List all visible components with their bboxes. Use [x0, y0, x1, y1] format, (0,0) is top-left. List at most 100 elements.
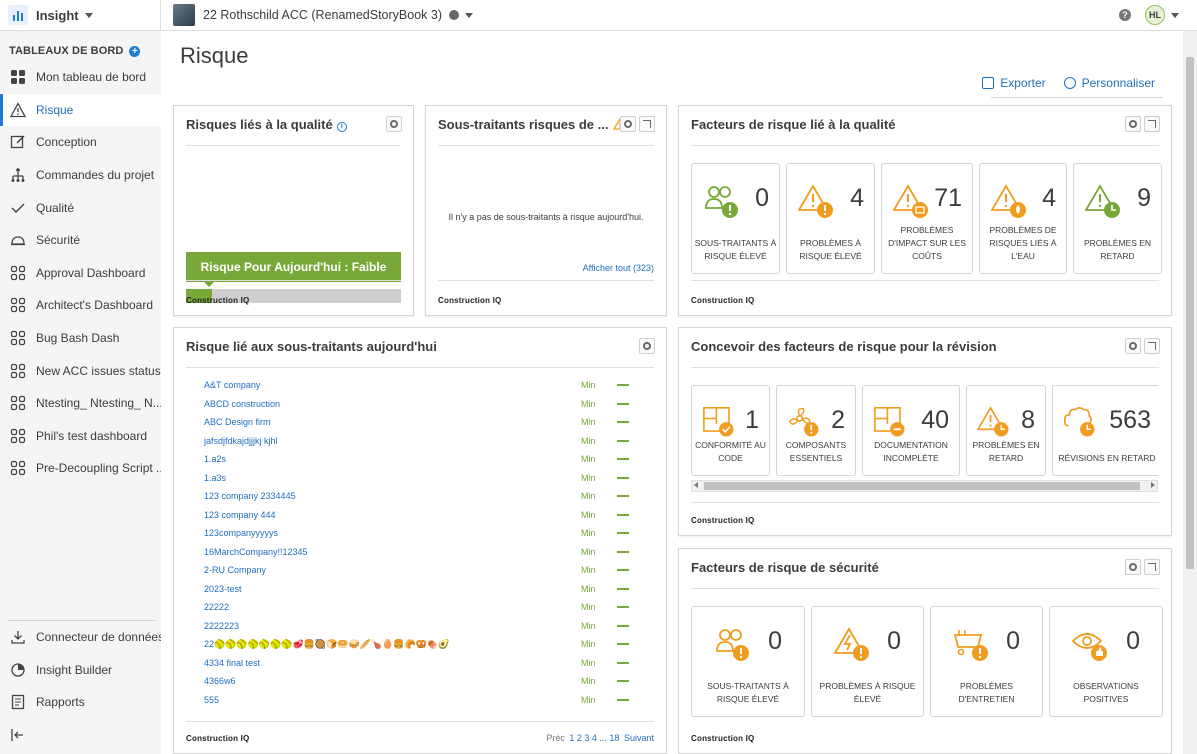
- subcontractor-link[interactable]: 4366w6: [204, 676, 236, 686]
- scrollbar-thumb[interactable]: [704, 482, 1140, 490]
- scroll-right-icon[interactable]: [1151, 482, 1155, 488]
- sidebar-item-label: Rapports: [36, 695, 85, 710]
- card-expand-button[interactable]: [1144, 559, 1160, 575]
- card-settings-button[interactable]: [1125, 338, 1141, 354]
- sidebar-item-label: Architect's Dashboard: [36, 298, 154, 313]
- sidebar-item-insight-builder[interactable]: Insight Builder: [0, 654, 161, 687]
- sidebar-item-data-connector[interactable]: Connecteur de données: [0, 621, 164, 654]
- subcontractor-link[interactable]: 4334 final test: [204, 658, 260, 668]
- tile-high-risk-problems[interactable]: 0 PROBLÈMES À RISQUE ÉLEVÉ: [811, 606, 924, 717]
- tile-label: COMPOSANTS ESSENTIELS: [785, 440, 847, 463]
- subcontractor-link[interactable]: 22222: [204, 602, 229, 612]
- subcontractor-link[interactable]: A&T company: [204, 380, 260, 390]
- tile-code-compliance[interactable]: 1 CONFORMITÉ AU CODE: [691, 385, 770, 476]
- sidebar-item-quality[interactable]: Qualité: [0, 191, 161, 224]
- construction-iq-logo: Construction IQ: [438, 296, 502, 305]
- sidebar-item-reports[interactable]: Rapports: [0, 686, 161, 719]
- card-header-rule: [691, 367, 1159, 368]
- see-all-link[interactable]: Afficher tout (323): [583, 263, 654, 273]
- dashboard-icon: [10, 460, 26, 476]
- sidebar-item-safety[interactable]: Sécurité: [0, 224, 161, 257]
- card-expand-button[interactable]: [1144, 116, 1160, 132]
- sidebar-item-bug-bash-dash[interactable]: Bug Bash Dash: [0, 322, 161, 355]
- project-selector[interactable]: 22 Rothschild ACC (RenamedStoryBook 3): [173, 4, 474, 26]
- sidebar-item-design[interactable]: Conception: [0, 126, 161, 159]
- subcontractor-link[interactable]: 22🥎🥎🥎🥎🥎🥎🥎🥩🍔🥘🍞🥯🥪🥖🍗🥚🍔🥐🥨🍖🥑: [204, 639, 449, 650]
- gear-icon: [1129, 120, 1137, 128]
- risk-level: Min: [581, 676, 596, 687]
- card-settings-button[interactable]: [1125, 559, 1141, 575]
- pager-next[interactable]: Suivant: [624, 733, 654, 743]
- tile-positive-observations[interactable]: 0 OBSERVATIONS POSITIVES: [1049, 606, 1163, 717]
- export-button[interactable]: Exporter: [982, 76, 1046, 90]
- subcontractor-link[interactable]: 555: [204, 695, 219, 705]
- sidebar: TABLEAUX DE BORD + Mon tableau de bord R…: [0, 31, 171, 754]
- subcontractor-link[interactable]: 2-RU Company: [204, 565, 266, 575]
- sidebar-item-new-acc-issues[interactable]: New ACC issues status...: [0, 354, 171, 387]
- pager-pages[interactable]: 1 2 3 4 ... 18: [569, 733, 619, 743]
- scroll-left-icon[interactable]: [694, 482, 698, 488]
- info-icon[interactable]: i: [336, 122, 347, 132]
- card-expand-button[interactable]: [639, 116, 655, 132]
- risk-level-bar: [617, 624, 629, 627]
- tile-cost-impact-issues[interactable]: 71 PROBLÈMES D'IMPACT SUR LES COÛTS: [881, 163, 973, 274]
- tile-water-risk-issues[interactable]: 4 PROBLÈMES DE RISQUES LIÉS À L'EAU: [979, 163, 1067, 274]
- card-settings-button[interactable]: [620, 116, 636, 132]
- card-settings-button[interactable]: [1125, 116, 1141, 132]
- subcontractor-link[interactable]: jafsdjfdkajdjjjkj kjhl: [204, 436, 278, 446]
- card-settings-button[interactable]: [386, 116, 402, 132]
- tile-overdue-issues[interactable]: 9 PROBLÈMES EN RETARD: [1073, 163, 1162, 274]
- scrollbar-thumb[interactable]: [1186, 57, 1194, 569]
- tile-label: PROBLÈMES À RISQUE ÉLEVÉ: [819, 681, 916, 704]
- risk-level: Min: [581, 694, 596, 705]
- add-dashboard-icon[interactable]: +: [129, 45, 141, 57]
- sidebar-item-pre-decoupling-script[interactable]: Pre-Decoupling Script ...: [0, 452, 166, 485]
- blueprint-check-icon: [703, 406, 734, 437]
- subcontractor-link[interactable]: 123 company 2334445: [204, 491, 296, 501]
- pager-prev[interactable]: Préc: [546, 733, 565, 743]
- subcontractor-link[interactable]: ABC Design firm: [204, 417, 271, 427]
- horizontal-scrollbar[interactable]: [691, 480, 1158, 492]
- subcontractor-link[interactable]: 1.a2s: [204, 454, 226, 464]
- help-icon[interactable]: ?: [1119, 9, 1131, 21]
- sidebar-item-ntesting[interactable]: Ntesting_ Ntesting_ N...: [0, 387, 163, 420]
- tile-overdue-problems[interactable]: 8 PROBLÈMES EN RETARD: [966, 385, 1046, 476]
- tile-incomplete-documentation[interactable]: 40 DOCUMENTATION INCOMPLÈTE: [862, 385, 960, 476]
- subcontractor-link[interactable]: 16MarchCompany!!12345: [204, 547, 308, 557]
- tile-essential-components[interactable]: 2 COMPOSANTS ESSENTIELS: [776, 385, 856, 476]
- card-settings-button[interactable]: [639, 338, 655, 354]
- subcontractor-link[interactable]: 1.a3s: [204, 473, 226, 483]
- sidebar-item-approval-dashboard[interactable]: Approval Dashboard: [0, 257, 161, 290]
- tile-label: PROBLÈMES À RISQUE ÉLEVÉ: [799, 238, 862, 261]
- tile-high-risk-subcontractors[interactable]: 0 SOUS-TRAITANTS À RISQUE ÉLEVÉ: [691, 163, 780, 274]
- tile-value: 0: [1006, 627, 1020, 655]
- export-label: Exporter: [1000, 76, 1046, 90]
- tile-overdue-revisions[interactable]: 563 RÉVISIONS EN RETARD: [1052, 385, 1158, 476]
- card-expand-button[interactable]: [1144, 338, 1160, 354]
- page-scrollbar[interactable]: [1183, 31, 1197, 754]
- subcontractor-link[interactable]: 2222223: [204, 621, 239, 631]
- chevron-down-icon: [84, 12, 93, 18]
- risk-level: Min: [581, 454, 596, 465]
- user-menu[interactable]: HL: [1145, 5, 1179, 25]
- card-quality-factors: Facteurs de risque lié à la qualité 0 SO…: [678, 105, 1172, 316]
- sidebar-item-architects-dashboard[interactable]: Architect's Dashboard: [0, 289, 161, 322]
- tile-high-risk-subcontractors[interactable]: 0 SOUS-TRAITANTS À RISQUE ÉLEVÉ: [691, 606, 805, 717]
- app-switcher[interactable]: Insight: [0, 0, 161, 30]
- sidebar-item-risk[interactable]: Risque: [0, 93, 161, 127]
- sidebar-collapse-button[interactable]: [0, 719, 161, 752]
- customize-button[interactable]: Personnaliser: [1063, 76, 1155, 90]
- sidebar-item-project-orders[interactable]: Commandes du projet: [0, 159, 161, 192]
- tile-maintenance-issues[interactable]: 0 PROBLÈMES D'ENTRETIEN: [930, 606, 1043, 717]
- pie-chart-icon: [10, 662, 26, 678]
- triangle-clock-icon: [1085, 184, 1120, 218]
- subcontractor-link[interactable]: 2023-test: [204, 584, 242, 594]
- subcontractor-link[interactable]: 123 company 444: [204, 510, 276, 520]
- sidebar-item-phils-test-dashboard[interactable]: Phil's test dashboard: [0, 420, 161, 453]
- subcontractor-link[interactable]: ABCD construction: [204, 399, 280, 409]
- sidebar-item-my-dashboard[interactable]: Mon tableau de bord: [0, 61, 161, 94]
- tile-high-risk-issues[interactable]: 4 PROBLÈMES À RISQUE ÉLEVÉ: [786, 163, 875, 274]
- main-content: Risque Exporter Personnaliser Risques li…: [161, 31, 1183, 754]
- globe-icon: [449, 10, 460, 20]
- subcontractor-link[interactable]: 123companyyyyys: [204, 528, 278, 538]
